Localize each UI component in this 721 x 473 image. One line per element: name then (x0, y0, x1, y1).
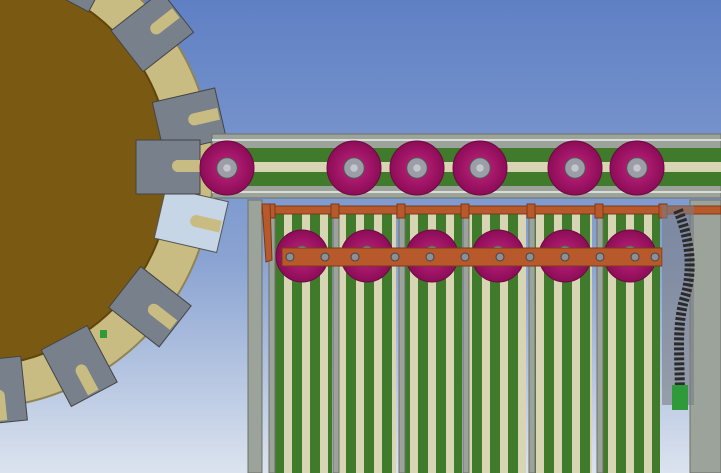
orange-cross-bracket (281, 247, 663, 267)
bracket-bolt (320, 252, 330, 262)
rail-post (526, 203, 536, 219)
rail-post (460, 203, 470, 219)
bracket-bolt (495, 252, 505, 262)
rail-post (330, 203, 340, 219)
cad-assembly-viewport (0, 0, 721, 473)
bracket-bolt (425, 252, 435, 262)
bracket-bolt (460, 252, 470, 262)
magenta-disc (452, 140, 508, 196)
magenta-disc (389, 140, 445, 196)
bracket-bolt (630, 252, 640, 262)
bracket-bolt (595, 252, 605, 262)
green-mount-plate (672, 385, 688, 410)
bracket-bolt (650, 252, 660, 262)
bracket-bolt (525, 252, 535, 262)
rail-post (594, 203, 604, 219)
rail-post (396, 203, 406, 219)
frame-post-left (247, 199, 263, 473)
bracket-bolt (390, 252, 400, 262)
cable-chain (662, 205, 695, 410)
magenta-disc (199, 140, 255, 196)
magenta-disc (609, 140, 665, 196)
frame-post-right (689, 199, 721, 473)
bracket-bolt (350, 252, 360, 262)
magenta-disc (326, 140, 382, 196)
bracket-bolt (560, 252, 570, 262)
magenta-disc (547, 140, 603, 196)
bracket-bolt (285, 252, 295, 262)
